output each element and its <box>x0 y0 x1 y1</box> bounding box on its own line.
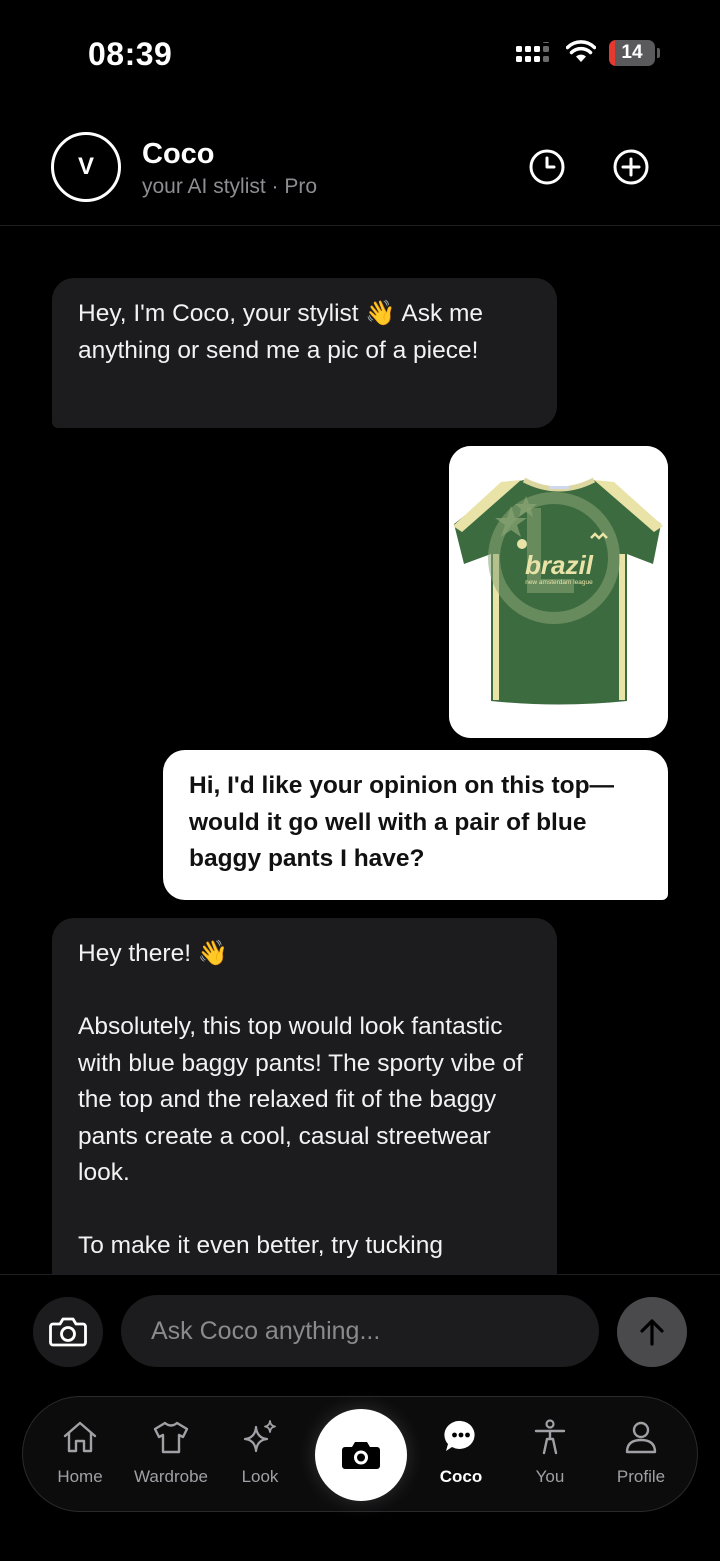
user-image-message[interactable]: brazil new amsterdam league <box>449 446 668 738</box>
message-input[interactable] <box>121 1295 599 1367</box>
message-paragraph: Absolutely, this top would look fantasti… <box>78 1013 523 1186</box>
coco-avatar[interactable]: V <box>51 132 121 202</box>
tab-you[interactable]: You <box>505 1417 595 1497</box>
message-paragraph: Hey there! 👋 <box>78 940 229 967</box>
shirt-caption-text: new amsterdam league <box>525 579 593 586</box>
user-profile-icon <box>625 1421 657 1454</box>
tab-wardrobe-label: Wardrobe <box>133 1467 208 1486</box>
status-bar: 08:39 14 <box>0 0 720 100</box>
chat-thread[interactable]: Hey, I'm Coco, your stylist 👋 Ask me any… <box>0 226 720 1274</box>
status-time: 08:39 <box>88 36 173 72</box>
tab-coco-label: Coco <box>439 1467 483 1486</box>
tab-coco[interactable]: Coco <box>416 1417 506 1497</box>
shirt-brand-text: brazil <box>525 550 594 580</box>
attach-photo-button[interactable] <box>33 1297 103 1367</box>
battery-level-text: 14 <box>621 42 643 63</box>
message-paragraph: To make it even better, try tucking <box>78 1232 443 1259</box>
assistant-subtitle: your AI stylist · Pro <box>142 175 318 198</box>
history-clock-icon[interactable] <box>528 148 566 186</box>
chat-header: V Coco your AI stylist · Pro <box>0 120 720 226</box>
battery-indicator: 14 <box>609 40 660 66</box>
tab-you-label: You <box>535 1467 565 1486</box>
tab-look-label: Look <box>241 1467 279 1486</box>
camera-icon <box>49 1317 87 1347</box>
arrow-up-icon <box>640 1319 664 1346</box>
home-icon <box>63 1421 97 1453</box>
tab-profile[interactable]: Profile <box>596 1417 686 1497</box>
assistant-name: Coco <box>142 138 215 170</box>
wifi-icon <box>566 40 596 62</box>
person-figure-icon <box>534 1419 566 1455</box>
chat-bubble-icon <box>444 1420 475 1451</box>
user-message: Hi, I'd like your opinion on this top—wo… <box>163 750 668 900</box>
send-button[interactable] <box>617 1297 687 1367</box>
center-camera-button[interactable] <box>315 1409 407 1501</box>
tab-profile-label: Profile <box>616 1467 666 1486</box>
cellular-signal-icon <box>516 42 549 62</box>
tab-home-label: Home <box>57 1467 103 1486</box>
new-chat-plus-icon[interactable] <box>612 148 650 186</box>
tab-home[interactable]: Home <box>35 1417 125 1497</box>
tab-look[interactable]: Look <box>215 1417 305 1497</box>
assistant-message: Hey, I'm Coco, your stylist 👋 Ask me any… <box>52 278 557 428</box>
sparkles-icon <box>243 1420 276 1453</box>
camera-icon <box>342 1442 380 1469</box>
assistant-message: Hey there! 👋 Absolutely, this top would … <box>52 918 557 1274</box>
green-jersey-top-image: brazil new amsterdam league <box>449 446 668 738</box>
tshirt-icon <box>153 1421 189 1454</box>
tab-wardrobe[interactable]: Wardrobe <box>126 1417 216 1497</box>
message-composer <box>0 1274 720 1394</box>
bottom-tab-bar: Home Wardrobe Look Coco You Profile <box>22 1396 698 1512</box>
